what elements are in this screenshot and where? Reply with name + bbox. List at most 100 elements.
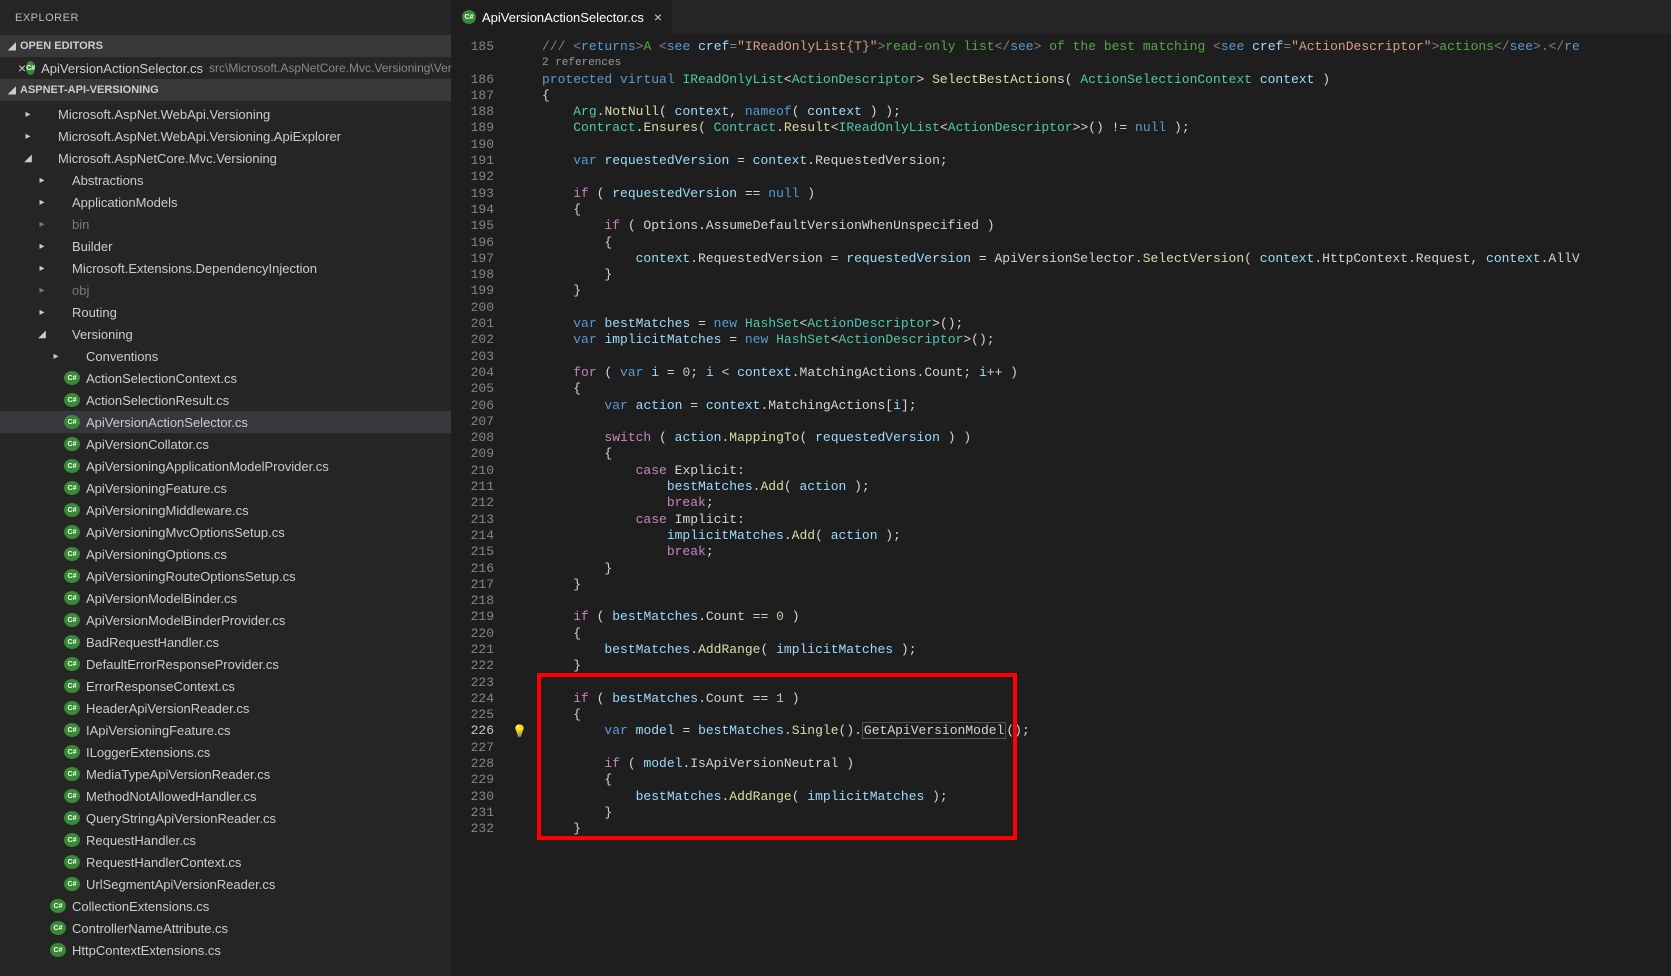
tree-file[interactable]: QueryStringApiVersionReader.cs xyxy=(0,807,451,829)
tree-folder[interactable]: ▸Microsoft.Extensions.DependencyInjectio… xyxy=(0,257,451,279)
tree-file[interactable]: ApiVersioningRouteOptionsSetup.cs xyxy=(0,565,451,587)
line-number: 196 xyxy=(452,235,494,251)
csharp-file-icon xyxy=(26,61,35,75)
csharp-file-icon xyxy=(64,459,80,473)
tab-bar: ApiVersionActionSelector.cs × xyxy=(452,0,1671,35)
chevron-down-icon: ◢ xyxy=(36,329,48,340)
tree-folder[interactable]: ▸bin xyxy=(0,213,451,235)
chevron-right-icon: ▸ xyxy=(36,285,48,296)
file-tree[interactable]: ▸Microsoft.AspNet.WebApi.Versioning▸Micr… xyxy=(0,101,451,976)
tree-item-label: UrlSegmentApiVersionReader.cs xyxy=(86,877,275,892)
editor-tab[interactable]: ApiVersionActionSelector.cs × xyxy=(452,0,673,34)
tree-folder[interactable]: ▸Abstractions xyxy=(0,169,451,191)
line-number: 231 xyxy=(452,805,494,821)
csharp-file-icon xyxy=(64,393,80,407)
tree-file[interactable]: ApiVersioningFeature.cs xyxy=(0,477,451,499)
code-editor[interactable]: 185 186187188189190191192193194195196197… xyxy=(452,35,1671,976)
chevron-right-icon: ▸ xyxy=(22,131,34,142)
tree-file[interactable]: ApiVersioningApplicationModelProvider.cs xyxy=(0,455,451,477)
line-number: 203 xyxy=(452,349,494,365)
tree-item-label: CollectionExtensions.cs xyxy=(72,899,209,914)
line-number-gutter: 185 186187188189190191192193194195196197… xyxy=(452,35,512,976)
close-icon[interactable]: × xyxy=(654,9,662,25)
tree-file[interactable]: BadRequestHandler.cs xyxy=(0,631,451,653)
tree-file[interactable]: RequestHandler.cs xyxy=(0,829,451,851)
csharp-file-icon xyxy=(64,657,80,671)
open-editors-header[interactable]: ◢ OPEN EDITORS xyxy=(0,35,451,57)
csharp-file-icon xyxy=(64,635,80,649)
tree-file[interactable]: MediaTypeApiVersionReader.cs xyxy=(0,763,451,785)
tree-file[interactable]: ActionSelectionContext.cs xyxy=(0,367,451,389)
tree-item-label: ApplicationModels xyxy=(72,195,178,210)
line-number: 208 xyxy=(452,430,494,446)
tree-item-label: ApiVersionModelBinder.cs xyxy=(86,591,237,606)
tree-item-label: QueryStringApiVersionReader.cs xyxy=(86,811,276,826)
tree-file[interactable]: ControllerNameAttribute.cs xyxy=(0,917,451,939)
tree-file[interactable]: ApiVersioningMvcOptionsSetup.cs xyxy=(0,521,451,543)
chevron-down-icon: ◢ xyxy=(22,153,34,164)
tree-folder[interactable]: ▸ ApplicationModels xyxy=(0,191,451,213)
line-number: 229 xyxy=(452,772,494,788)
tree-file[interactable]: IApiVersioningFeature.cs xyxy=(0,719,451,741)
tree-folder[interactable]: ◢Versioning xyxy=(0,323,451,345)
chevron-right-icon: ▸ xyxy=(36,197,48,208)
line-number: 207 xyxy=(452,414,494,430)
csharp-file-icon xyxy=(64,789,80,803)
tree-file[interactable]: HeaderApiVersionReader.cs xyxy=(0,697,451,719)
tree-file[interactable]: ApiVersioningOptions.cs xyxy=(0,543,451,565)
tree-item-label: ILoggerExtensions.cs xyxy=(86,745,210,760)
close-icon[interactable]: × xyxy=(18,60,26,76)
tree-folder[interactable]: ▸obj xyxy=(0,279,451,301)
chevron-down-icon: ◢ xyxy=(4,41,20,52)
csharp-file-icon xyxy=(64,371,80,385)
tree-file[interactable]: RequestHandlerContext.cs xyxy=(0,851,451,873)
tree-file[interactable]: DefaultErrorResponseProvider.cs xyxy=(0,653,451,675)
tree-folder[interactable]: ▸Routing xyxy=(0,301,451,323)
line-number: 223 xyxy=(452,675,494,691)
tree-file[interactable]: ApiVersionActionSelector.cs xyxy=(0,411,451,433)
tree-folder[interactable]: ▸Conventions xyxy=(0,345,451,367)
csharp-file-icon xyxy=(50,943,66,957)
tree-file[interactable]: UrlSegmentApiVersionReader.cs xyxy=(0,873,451,895)
tree-file[interactable]: ILoggerExtensions.cs xyxy=(0,741,451,763)
line-number: 195 xyxy=(452,218,494,234)
tree-file[interactable]: MethodNotAllowedHandler.cs xyxy=(0,785,451,807)
tree-file[interactable]: ApiVersionModelBinder.cs xyxy=(0,587,451,609)
open-editor-item[interactable]: × ApiVersionActionSelector.cs src\Micros… xyxy=(0,57,451,79)
tree-folder[interactable]: ▸Microsoft.AspNet.WebApi.Versioning.ApiE… xyxy=(0,125,451,147)
tree-item-label: ApiVersioningApplicationModelProvider.cs xyxy=(86,459,329,474)
tree-item-label: ApiVersioningFeature.cs xyxy=(86,481,227,496)
tree-item-label: ErrorResponseContext.cs xyxy=(86,679,235,694)
line-number: 201 xyxy=(452,316,494,332)
tree-item-label: Microsoft.AspNetCore.Mvc.Versioning xyxy=(58,151,277,166)
chevron-right-icon: ▸ xyxy=(22,109,34,120)
workspace-header[interactable]: ◢ ASPNET-API-VERSIONING xyxy=(0,79,451,101)
tree-item-label: MediaTypeApiVersionReader.cs xyxy=(86,767,270,782)
tree-item-label: ApiVersionModelBinderProvider.cs xyxy=(86,613,285,628)
tree-item-label: ApiVersionActionSelector.cs xyxy=(86,415,248,430)
codelens[interactable]: 2 references xyxy=(542,55,1671,71)
line-number: 217 xyxy=(452,577,494,593)
tree-file[interactable]: CollectionExtensions.cs xyxy=(0,895,451,917)
tree-file[interactable]: HttpContextExtensions.cs xyxy=(0,939,451,961)
tree-folder[interactable]: ▸Microsoft.AspNet.WebApi.Versioning xyxy=(0,103,451,125)
line-number: 186 xyxy=(452,72,494,88)
csharp-file-icon xyxy=(64,415,80,429)
line-number: 225 xyxy=(452,707,494,723)
tree-file[interactable]: ApiVersionModelBinderProvider.cs xyxy=(0,609,451,631)
code-content[interactable]: /// <returns>A <see cref="IReadOnlyList{… xyxy=(512,35,1671,976)
csharp-file-icon xyxy=(64,767,80,781)
csharp-file-icon xyxy=(64,547,80,561)
line-number: 197 xyxy=(452,251,494,267)
tree-file[interactable]: ErrorResponseContext.cs xyxy=(0,675,451,697)
tree-file[interactable]: ApiVersionCollator.cs xyxy=(0,433,451,455)
tree-file[interactable]: ActionSelectionResult.cs xyxy=(0,389,451,411)
chevron-down-icon: ◢ xyxy=(4,85,20,96)
csharp-file-icon xyxy=(64,481,80,495)
tree-folder[interactable]: ◢ Microsoft.AspNetCore.Mvc.Versioning xyxy=(0,147,451,169)
csharp-file-icon xyxy=(64,877,80,891)
line-number: 190 xyxy=(452,137,494,153)
tree-file[interactable]: ApiVersioningMiddleware.cs xyxy=(0,499,451,521)
tree-folder[interactable]: ▸Builder xyxy=(0,235,451,257)
line-number: 218 xyxy=(452,593,494,609)
